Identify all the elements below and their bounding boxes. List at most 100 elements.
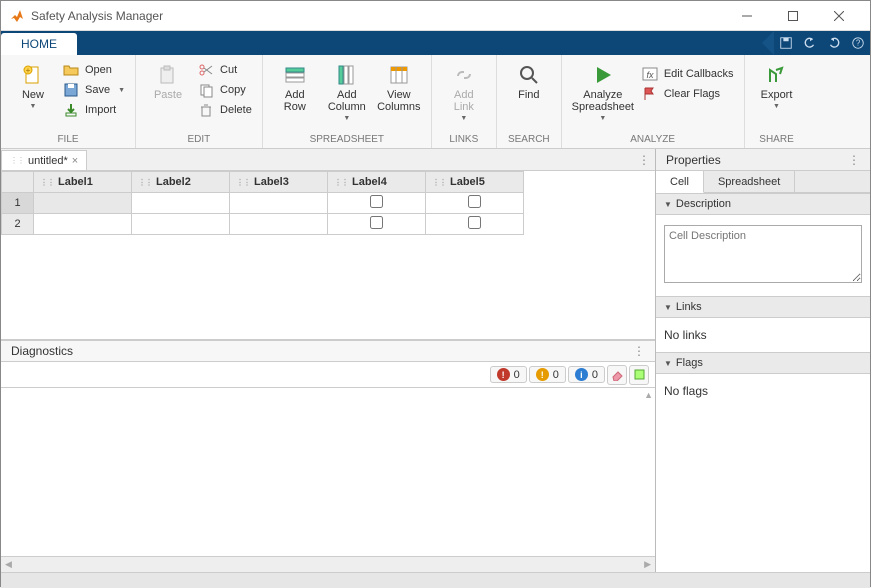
diagnostics-menu[interactable]: ⋮: [633, 344, 645, 358]
select-all-cell[interactable]: [2, 172, 34, 193]
left-pane: ⋮⋮ untitled* × ⋮ ⋮⋮Label1⋮⋮Label2⋮⋮Label…: [1, 149, 656, 572]
column-header[interactable]: ⋮⋮Label4: [328, 172, 426, 193]
save-button[interactable]: Save▼: [59, 81, 129, 99]
column-header[interactable]: ⋮⋮Label3: [230, 172, 328, 193]
qa-save-button[interactable]: [774, 31, 798, 55]
section-flags[interactable]: ▼Flags: [656, 352, 870, 374]
diagnostics-refresh-button[interactable]: [629, 365, 649, 385]
group-spreadsheet: Add Row Add Column ▼ View Columns SPREAD…: [263, 55, 432, 148]
copy-button[interactable]: Copy: [194, 81, 256, 99]
spreadsheet-cell[interactable]: [132, 214, 230, 235]
spreadsheet-cell[interactable]: [132, 193, 230, 214]
diagnostics-header: Diagnostics ⋮: [1, 340, 655, 362]
doctabs-menu[interactable]: ⋮: [633, 149, 655, 170]
document-tab-untitled[interactable]: ⋮⋮ untitled* ×: [1, 150, 87, 170]
spreadsheet-cell[interactable]: [230, 214, 328, 235]
cell-checkbox[interactable]: [370, 216, 383, 229]
clear-flags-button[interactable]: Clear Flags: [638, 85, 738, 103]
svg-text:+: +: [26, 66, 31, 75]
add-row-icon: [283, 63, 307, 87]
section-description[interactable]: ▼Description: [656, 193, 870, 215]
add-link-button[interactable]: Add Link ▼: [438, 59, 490, 126]
section-links[interactable]: ▼Links: [656, 296, 870, 318]
column-header[interactable]: ⋮⋮Label1: [34, 172, 132, 193]
column-header[interactable]: ⋮⋮Label2: [132, 172, 230, 193]
import-button[interactable]: Import: [59, 101, 129, 119]
svg-text:fx: fx: [646, 70, 654, 80]
warnings-badge[interactable]: !0: [529, 366, 566, 383]
prop-tab-spreadsheet[interactable]: Spreadsheet: [704, 171, 795, 192]
chevron-down-icon: ▼: [773, 103, 780, 110]
group-share: Export ▼ SHARE: [745, 55, 809, 148]
qa-help-button[interactable]: ?: [846, 31, 870, 55]
import-icon: [63, 102, 79, 118]
properties-title: Properties ⋮: [656, 149, 870, 171]
close-button[interactable]: [816, 1, 862, 31]
qa-redo-button[interactable]: [822, 31, 846, 55]
cell-checkbox[interactable]: [468, 216, 481, 229]
info-badge[interactable]: i0: [568, 366, 605, 383]
document-tabs: ⋮⋮ untitled* × ⋮: [1, 149, 655, 171]
warning-icon: !: [536, 368, 549, 381]
properties-menu[interactable]: ⋮: [848, 153, 860, 167]
spreadsheet-cell[interactable]: [34, 214, 132, 235]
fx-icon: fx: [642, 66, 658, 82]
column-header[interactable]: ⋮⋮Label5: [426, 172, 524, 193]
paste-button[interactable]: Paste: [142, 59, 194, 105]
horizontal-scrollbar[interactable]: ◀▶: [1, 556, 655, 572]
scroll-up-icon[interactable]: ▲: [644, 390, 653, 400]
cut-button[interactable]: Cut: [194, 61, 256, 79]
trash-icon: [198, 102, 214, 118]
status-bar: [1, 572, 870, 588]
folder-open-icon: [63, 62, 79, 78]
cell-checkbox[interactable]: [468, 195, 481, 208]
minimize-button[interactable]: [724, 1, 770, 31]
row-header[interactable]: 1: [2, 193, 34, 214]
prop-tab-cell[interactable]: Cell: [656, 171, 704, 193]
tab-home[interactable]: HOME: [1, 33, 77, 55]
errors-badge[interactable]: !0: [490, 366, 527, 383]
spreadsheet-cell[interactable]: [426, 193, 524, 214]
cell-description-input[interactable]: [664, 225, 862, 283]
diagnostics-toolbar: !0 !0 i0: [1, 362, 655, 388]
find-button[interactable]: Find: [503, 59, 555, 105]
edit-callbacks-button[interactable]: fxEdit Callbacks: [638, 65, 738, 83]
clear-flag-icon: [642, 86, 658, 102]
cell-checkbox[interactable]: [370, 195, 383, 208]
spreadsheet-cell[interactable]: [328, 193, 426, 214]
open-button[interactable]: Open: [59, 61, 129, 79]
new-button[interactable]: + New ▼: [7, 59, 59, 114]
close-tab-icon[interactable]: ×: [72, 155, 78, 167]
spreadsheet-area[interactable]: ⋮⋮Label1⋮⋮Label2⋮⋮Label3⋮⋮Label4⋮⋮Label5…: [1, 171, 655, 340]
grip-icon: ⋮⋮: [40, 178, 54, 187]
add-row-button[interactable]: Add Row: [269, 59, 321, 117]
chevron-down-icon: ▼: [599, 115, 606, 122]
triangle-down-icon: ▼: [664, 359, 672, 368]
delete-button[interactable]: Delete: [194, 101, 256, 119]
spreadsheet-cell[interactable]: [328, 214, 426, 235]
ribbon-tabstrip: HOME ?: [1, 31, 870, 55]
links-empty-text: No links: [664, 328, 707, 342]
chevron-down-icon: ▼: [30, 103, 37, 110]
qa-undo-button[interactable]: [798, 31, 822, 55]
export-button[interactable]: Export ▼: [751, 59, 803, 114]
spreadsheet-cell[interactable]: [426, 214, 524, 235]
analyze-spreadsheet-button[interactable]: Analyze Spreadsheet ▼: [568, 59, 638, 126]
diagnostics-erase-button[interactable]: [607, 365, 627, 385]
row-header[interactable]: 2: [2, 214, 34, 235]
group-analyze: Analyze Spreadsheet ▼ fxEdit Callbacks C…: [562, 55, 745, 148]
flags-empty-text: No flags: [664, 384, 708, 398]
spreadsheet-cell[interactable]: [34, 193, 132, 214]
add-column-button[interactable]: Add Column ▼: [321, 59, 373, 126]
scissors-icon: [198, 62, 214, 78]
spreadsheet-cell[interactable]: [230, 193, 328, 214]
error-icon: !: [497, 368, 510, 381]
maximize-button[interactable]: [770, 1, 816, 31]
group-file: + New ▼ Open Save▼ Import FILE: [1, 55, 136, 148]
grip-icon: ⋮⋮: [236, 178, 250, 187]
svg-text:?: ?: [856, 39, 861, 48]
grip-icon: ⋮⋮: [138, 178, 152, 187]
view-columns-button[interactable]: View Columns: [373, 59, 425, 117]
new-icon: +: [21, 63, 45, 87]
spreadsheet-table[interactable]: ⋮⋮Label1⋮⋮Label2⋮⋮Label3⋮⋮Label4⋮⋮Label5…: [1, 171, 524, 235]
